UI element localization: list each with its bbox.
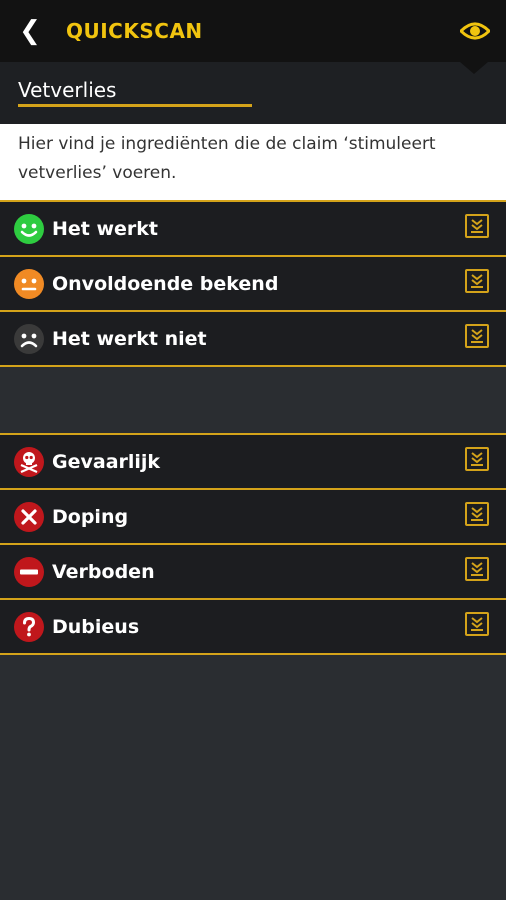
question-icon — [14, 611, 44, 642]
back-arrow-icon: ❮ — [19, 16, 41, 46]
description-text: Hier vind je ingrediënten die de claim ‘… — [0, 124, 506, 200]
chevron-down-icon — [471, 562, 483, 576]
x-icon — [14, 501, 44, 532]
list-item-onvoldoende-bekend[interactable]: Onvoldoende bekend — [0, 255, 506, 310]
list-item-doping[interactable]: Doping — [0, 488, 506, 543]
page-title: QUICKSCAN — [66, 19, 203, 43]
expand-button[interactable] — [465, 612, 489, 636]
eye-button[interactable] — [458, 16, 492, 46]
expand-button[interactable] — [465, 214, 489, 238]
result-group-efficacy: Het werkt Onvoldoende bekend Het werkt n… — [0, 200, 506, 367]
chevron-down-icon — [471, 617, 483, 631]
eye-icon — [460, 22, 490, 40]
chevron-down-icon — [471, 219, 483, 233]
skull-icon — [14, 446, 44, 477]
chevron-down-icon — [471, 274, 483, 288]
expand-button[interactable] — [465, 324, 489, 348]
back-button[interactable]: ❮ — [10, 11, 50, 51]
list-item-label: Het werkt — [52, 217, 159, 240]
menu-pointer — [460, 62, 488, 74]
list-item-dubieus[interactable]: Dubieus — [0, 598, 506, 655]
sad-face-icon — [14, 323, 44, 354]
list-item-verboden[interactable]: Verboden — [0, 543, 506, 598]
no-entry-icon — [14, 556, 44, 587]
category-name: Vetverlies — [18, 62, 252, 107]
list-item-label: Gevaarlijk — [52, 450, 161, 473]
expand-button[interactable] — [465, 502, 489, 526]
list-item-het-werkt[interactable]: Het werkt — [0, 200, 506, 255]
neutral-face-icon — [14, 268, 44, 299]
chevron-down-icon — [471, 452, 483, 466]
list-item-label: Onvoldoende bekend — [52, 272, 279, 295]
list-item-gevaarlijk[interactable]: Gevaarlijk — [0, 433, 506, 488]
group-spacer — [0, 367, 506, 433]
chevron-down-icon — [471, 329, 483, 343]
list-item-het-werkt-niet[interactable]: Het werkt niet — [0, 310, 506, 367]
app-bar: ❮ QUICKSCAN — [0, 0, 506, 74]
result-group-risk: Gevaarlijk Doping Verboden Dubieus — [0, 433, 506, 655]
expand-button[interactable] — [465, 557, 489, 581]
list-item-label: Doping — [52, 505, 129, 528]
expand-button[interactable] — [465, 269, 489, 293]
category-header: Vetverlies — [0, 62, 506, 124]
list-item-label: Verboden — [52, 560, 155, 583]
expand-button[interactable] — [465, 447, 489, 471]
list-item-label: Dubieus — [52, 615, 140, 638]
chevron-down-icon — [471, 507, 483, 521]
list-item-label: Het werkt niet — [52, 327, 207, 350]
smile-icon — [14, 213, 44, 244]
